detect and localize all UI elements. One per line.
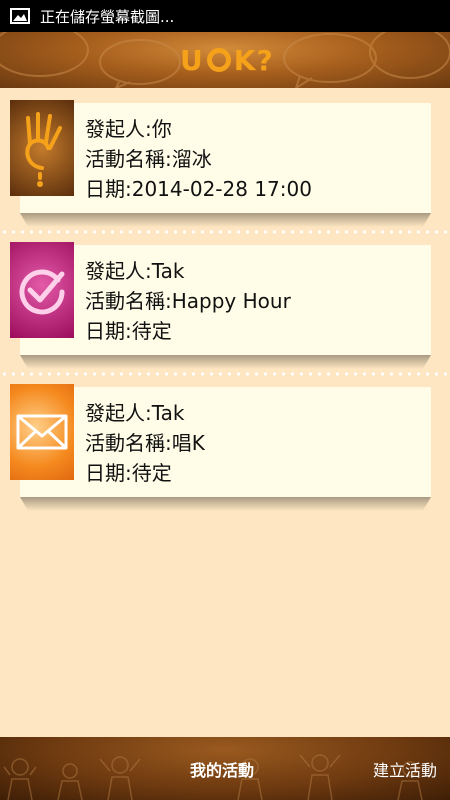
event-name: 活動名稱:唱K xyxy=(85,431,205,455)
event-date: 日期:待定 xyxy=(85,461,172,485)
logo-u: U xyxy=(180,43,204,77)
envelope-icon xyxy=(10,384,74,480)
event-name: 活動名稱:Happy Hour xyxy=(85,289,291,313)
event-details: 發起人:你 活動名稱:溜冰 日期:2014-02-28 17:00 xyxy=(85,114,312,204)
card-shadow xyxy=(20,497,431,511)
event-date: 日期:2014-02-28 17:00 xyxy=(85,177,312,201)
card-shadow xyxy=(20,355,431,369)
status-bar: 正在儲存螢幕截圖... xyxy=(0,0,450,32)
event-card[interactable]: 發起人:你 活動名稱:溜冰 日期:2014-02-28 17:00 xyxy=(0,100,450,242)
event-initiator: 發起人:Tak xyxy=(85,259,185,283)
card-shadow xyxy=(20,213,431,227)
logo-k: K? xyxy=(233,43,274,77)
app-header: U K? xyxy=(0,32,450,88)
check-circle-icon xyxy=(10,242,74,338)
event-details: 發起人:Tak 活動名稱:Happy Hour 日期:待定 xyxy=(85,256,291,346)
dotted-divider xyxy=(0,372,450,376)
status-text: 正在儲存螢幕截圖... xyxy=(40,7,175,26)
tab-my-events[interactable]: 我的活動 xyxy=(190,737,254,800)
app-logo: U K? xyxy=(180,40,274,80)
tab-create-event[interactable]: 建立活動 xyxy=(373,737,437,800)
event-name: 活動名稱:溜冰 xyxy=(85,147,212,171)
dotted-divider xyxy=(0,230,450,234)
bottom-tab-bar: 我的活動 建立活動 xyxy=(0,737,450,800)
event-date: 日期:待定 xyxy=(85,319,172,343)
event-initiator: 發起人:Tak xyxy=(85,401,185,425)
event-card[interactable]: 發起人:Tak 活動名稱:唱K 日期:待定 xyxy=(0,384,450,526)
event-card[interactable]: 發起人:Tak 活動名稱:Happy Hour 日期:待定 xyxy=(0,242,450,384)
ok-hand-icon xyxy=(10,100,74,196)
event-details: 發起人:Tak 活動名稱:唱K 日期:待定 xyxy=(85,398,205,488)
event-card-body xyxy=(20,387,431,497)
logo-ring-icon xyxy=(206,48,231,72)
event-initiator: 發起人:你 xyxy=(85,117,172,141)
event-list: 發起人:你 活動名稱:溜冰 日期:2014-02-28 17:00 發起人:Ta… xyxy=(0,100,450,526)
image-icon xyxy=(10,8,30,24)
